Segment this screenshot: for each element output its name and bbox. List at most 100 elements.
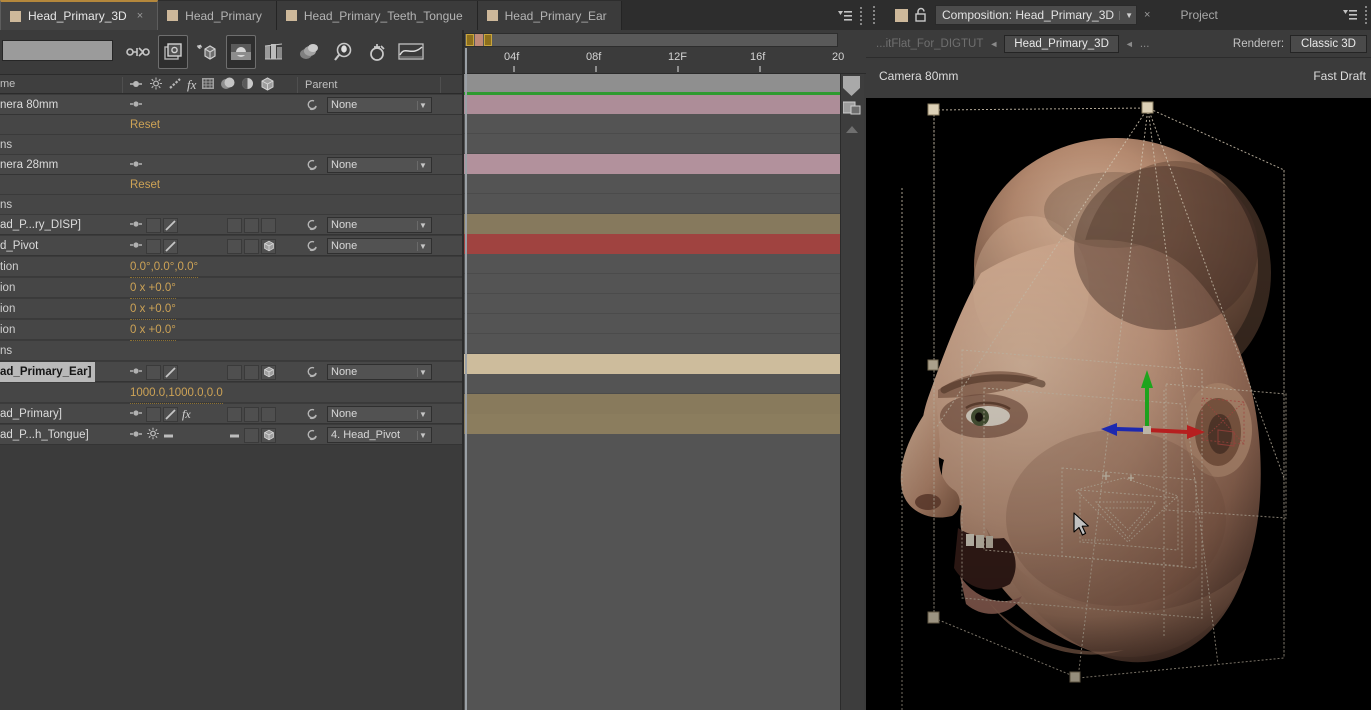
track-row[interactable] bbox=[464, 134, 840, 154]
close-icon[interactable]: × bbox=[1144, 9, 1150, 21]
timeline-ruler[interactable]: 04f 08f 12F 16f 20 bbox=[464, 48, 866, 74]
comp-thumbnail-icon[interactable] bbox=[842, 100, 861, 116]
parent-pickwhip-icon[interactable] bbox=[305, 218, 319, 232]
3d-layer-icon[interactable] bbox=[260, 76, 275, 94]
parent-dropdown[interactable]: None ▼ bbox=[327, 97, 432, 113]
parent-dropdown[interactable]: None ▼ bbox=[327, 157, 432, 173]
layer-bar[interactable] bbox=[464, 94, 840, 114]
motion-blur-switch-box[interactable] bbox=[227, 217, 242, 233]
tab-project[interactable]: Project bbox=[1164, 1, 1233, 30]
adjustment-switch-box[interactable] bbox=[244, 238, 259, 254]
track-row[interactable] bbox=[464, 214, 840, 234]
track-row[interactable] bbox=[464, 374, 840, 394]
parent-dropdown[interactable]: 4. Head_Pivot ▼ bbox=[327, 427, 432, 443]
adjustment-switch-box[interactable] bbox=[244, 406, 259, 422]
parent-pickwhip-icon[interactable] bbox=[305, 98, 319, 112]
property-value[interactable]: 0 x +0.0° bbox=[130, 278, 176, 299]
property-row[interactable]: ion 0 x +0.0° bbox=[0, 278, 462, 299]
table-row[interactable]: ad_P...h_Tongue] 4. Head_Pivot ▼ bbox=[0, 425, 462, 445]
layer-bar[interactable] bbox=[464, 414, 840, 434]
breadcrumb-overflow[interactable]: ... bbox=[1140, 38, 1150, 50]
reset-link[interactable]: Reset bbox=[130, 175, 161, 196]
lock-icon[interactable] bbox=[913, 7, 929, 23]
parent-dropdown[interactable]: None ▼ bbox=[327, 238, 432, 254]
anchor-switch-icon[interactable] bbox=[128, 428, 144, 443]
panel-menu-icon[interactable] bbox=[834, 1, 856, 30]
layer-bar[interactable] bbox=[464, 214, 840, 234]
search-input[interactable] bbox=[2, 40, 113, 61]
property-row[interactable]: ns bbox=[0, 195, 462, 215]
property-row[interactable]: 1000.0,1000.0,0.0 bbox=[0, 383, 462, 404]
draft-3d-icon[interactable] bbox=[158, 35, 188, 69]
property-row[interactable]: ns bbox=[0, 341, 462, 361]
solo-icon[interactable] bbox=[149, 77, 163, 93]
parent-pickwhip-icon[interactable] bbox=[305, 407, 319, 421]
property-value[interactable]: 0 x +0.0° bbox=[130, 320, 176, 341]
work-area-bar[interactable] bbox=[464, 92, 840, 95]
anchor-switch-icon[interactable] bbox=[128, 158, 144, 173]
track-row[interactable] bbox=[464, 294, 840, 314]
renderer-dropdown[interactable]: Classic 3D bbox=[1290, 34, 1367, 53]
adjustment-switch-box[interactable] bbox=[244, 217, 259, 233]
solo-switch-box[interactable] bbox=[146, 406, 161, 422]
fx-icon[interactable]: fx bbox=[187, 77, 196, 93]
motion-blur-icon[interactable] bbox=[201, 77, 215, 93]
anchor-switch-icon[interactable] bbox=[128, 407, 144, 422]
hide-shy-layers-icon[interactable] bbox=[192, 35, 222, 69]
layer-list-empty-area[interactable] bbox=[0, 465, 462, 710]
layer-bar[interactable] bbox=[464, 354, 840, 374]
property-value[interactable]: 0 x +0.0° bbox=[130, 299, 176, 320]
reset-link[interactable]: Reset bbox=[130, 115, 161, 136]
composition-viewport[interactable] bbox=[866, 98, 1371, 710]
track-row[interactable] bbox=[464, 414, 840, 434]
panel-drag-grip[interactable] bbox=[869, 1, 879, 30]
property-row[interactable]: Reset bbox=[0, 115, 462, 136]
lock-switch-box[interactable] bbox=[163, 364, 178, 380]
lock-switch-box[interactable] bbox=[163, 406, 178, 422]
layer-bar[interactable] bbox=[464, 394, 840, 414]
fx-icon[interactable]: fx bbox=[182, 407, 191, 422]
close-icon[interactable]: × bbox=[137, 10, 143, 22]
property-row[interactable]: ion 0 x +0.0° bbox=[0, 299, 462, 320]
time-indicator[interactable] bbox=[465, 48, 467, 710]
adjustment-layer-icon[interactable] bbox=[220, 77, 235, 93]
panel-menu-icon[interactable] bbox=[1339, 1, 1361, 30]
tab-head-primary[interactable]: Head_Primary bbox=[158, 1, 277, 30]
auto-keyframe-icon[interactable] bbox=[328, 35, 358, 69]
adjustment-switch-box[interactable] bbox=[244, 427, 259, 443]
track-row[interactable] bbox=[464, 234, 840, 254]
tab-head-primary-ear[interactable]: Head_Primary_Ear bbox=[477, 1, 622, 30]
video-toggle-icon[interactable] bbox=[128, 78, 144, 93]
anchor-switch-icon[interactable] bbox=[128, 218, 144, 233]
timeline-track-area[interactable] bbox=[464, 74, 840, 710]
breadcrumb-current[interactable]: Head_Primary_3D bbox=[1004, 34, 1119, 53]
layer-bar[interactable] bbox=[464, 234, 840, 254]
track-row[interactable] bbox=[464, 174, 840, 194]
motion-blur-switch-box[interactable] bbox=[227, 406, 242, 422]
tab-head-primary-3d[interactable]: Head_Primary_3D × bbox=[0, 0, 159, 30]
work-area-mid-icon[interactable] bbox=[475, 34, 483, 46]
track-row[interactable] bbox=[464, 394, 840, 414]
track-row[interactable] bbox=[464, 194, 840, 214]
3d-layer-switch-box[interactable] bbox=[261, 364, 276, 380]
parent-pickwhip-icon[interactable] bbox=[305, 158, 319, 172]
table-row[interactable]: ad_Primary_Ear] None ▼ bbox=[0, 362, 462, 382]
parent-pickwhip-icon[interactable] bbox=[305, 365, 319, 379]
solo-switch-box[interactable] bbox=[146, 364, 161, 380]
track-row[interactable] bbox=[464, 154, 840, 174]
3d-layer-switch-box[interactable] bbox=[261, 427, 276, 443]
property-row[interactable]: ns bbox=[0, 135, 462, 155]
table-row[interactable]: nera 80mm None ▼ bbox=[0, 95, 462, 115]
parent-pickwhip-icon[interactable] bbox=[305, 428, 319, 442]
enable-motion-blur-icon[interactable] bbox=[260, 35, 290, 69]
graph-editor-icon[interactable] bbox=[396, 35, 426, 69]
solo-switch-box[interactable] bbox=[146, 238, 161, 254]
tab-head-primary-teeth-tongue[interactable]: Head_Primary_Teeth_Tongue bbox=[276, 1, 478, 30]
comp-duration-bar[interactable] bbox=[464, 74, 840, 94]
breadcrumb-parent[interactable]: ...itFlat_For_DIGTUT bbox=[876, 38, 983, 50]
motion-blur-dash-icon[interactable] bbox=[227, 428, 242, 443]
motion-blur-switch-icon[interactable] bbox=[362, 35, 392, 69]
brainstorm-icon[interactable] bbox=[294, 35, 324, 69]
collapse-transform-icon[interactable] bbox=[240, 77, 255, 93]
property-value[interactable]: 1000.0,1000.0,0.0 bbox=[130, 383, 223, 404]
